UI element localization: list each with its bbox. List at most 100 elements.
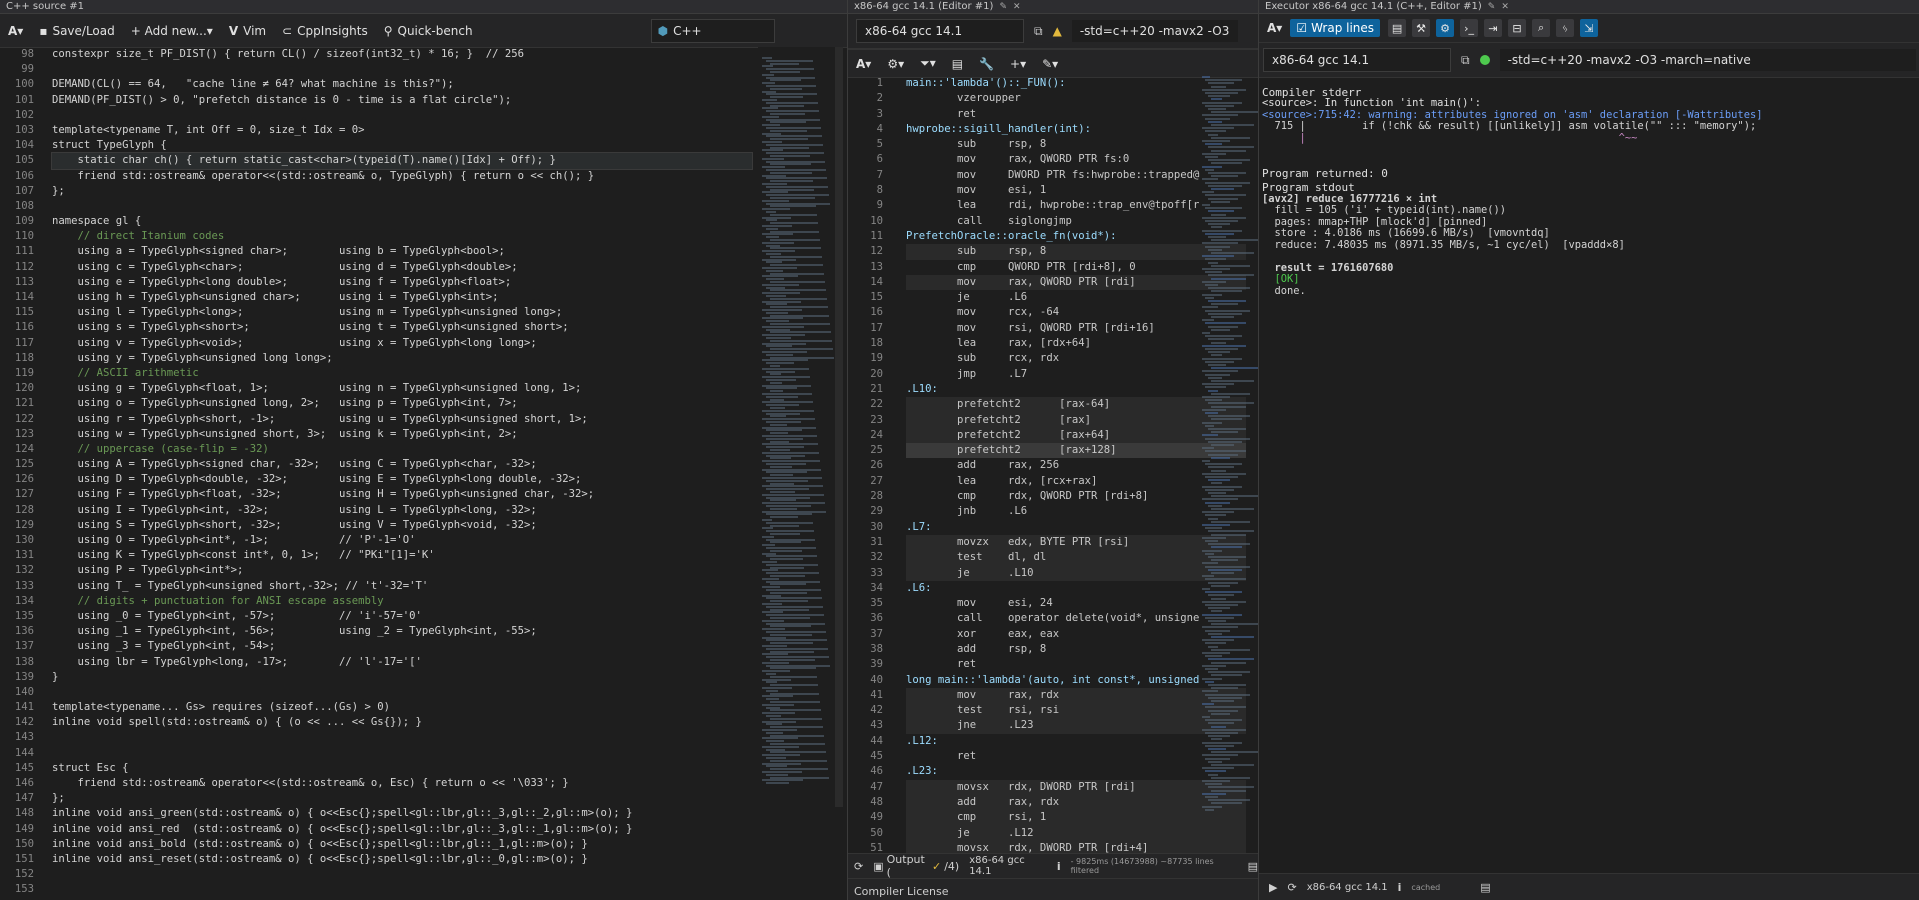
asm-line[interactable]: 1 main::'lambda'()::_FUN(): (848, 76, 1258, 91)
popout-icon[interactable]: ⧉ (1461, 53, 1470, 68)
source-minimap[interactable] (758, 47, 836, 900)
asm-line[interactable]: 38 add rsp, 8 (848, 642, 1258, 657)
code-line[interactable]: 114 using h = TypeGlyph<unsigned char>; … (0, 290, 845, 305)
asm-line[interactable]: 29 jnb .L6 (848, 504, 1258, 519)
edit-icon[interactable]: ✎ (1488, 2, 1496, 12)
args-button[interactable]: ⊟ (1508, 19, 1527, 37)
libraries-button[interactable]: ▤ (944, 50, 971, 77)
code-line[interactable]: 112 using c = TypeGlyph<char>; using d =… (0, 260, 845, 275)
libraries-button[interactable]: ▤ (1388, 19, 1407, 37)
asm-line[interactable]: 25 prefetcht2 [rax+128] (848, 443, 1258, 459)
asm-line[interactable]: 45 ret (848, 749, 1258, 764)
code-line[interactable]: 140 (0, 685, 845, 700)
terminal-button[interactable]: ›_ (1460, 19, 1479, 37)
code-line[interactable]: 143 (0, 730, 845, 745)
asm-line[interactable]: 22 prefetcht2 [rax-64] (848, 397, 1258, 413)
code-line[interactable]: 130 using O = TypeGlyph<int*, -1>; // 'P… (0, 533, 845, 548)
cppinsights-button[interactable]: ⊂ CppInsights (274, 14, 376, 47)
code-line[interactable]: 145 struct Esc { (0, 761, 845, 776)
asm-line[interactable]: 27 lea rdx, [rcx+rax] (848, 474, 1258, 489)
asm-line[interactable]: 24 prefetcht2 [rax+64] (848, 427, 1258, 444)
asm-line[interactable]: 33 je .L10 (848, 565, 1258, 581)
stats-icon[interactable]: ▤ (1248, 860, 1258, 873)
code-line[interactable]: 101 DEMAND(PF_DIST() > 0, "prefetch dista… (0, 93, 845, 108)
code-line[interactable]: 128 using I = TypeGlyph<int, -32>; using… (0, 503, 845, 518)
code-line[interactable]: 136 using _1 = TypeGlyph<int, -56>; usin… (0, 624, 845, 639)
code-line[interactable]: 146 friend std::ostream& operator<<(std:… (0, 776, 845, 791)
code-line[interactable]: 135 using _0 = TypeGlyph<int, -57>; // '… (0, 609, 845, 624)
settings-button[interactable]: ⚙▾ (879, 50, 912, 77)
asm-line[interactable]: 21 .L10: (848, 382, 1258, 397)
asm-line[interactable]: 13 cmp QWORD PTR [rdi+8], 0 (848, 260, 1258, 275)
exit-button[interactable]: ⇲ (1580, 19, 1599, 37)
font-size-button[interactable]: A▾ (1259, 14, 1290, 42)
executor-compiler-select[interactable]: x86-64 gcc 14.1 (1263, 48, 1451, 72)
code-line[interactable]: 151 inline void ansi_reset(std::ostream& … (0, 852, 845, 867)
code-line[interactable]: 110 // direct Itanium codes (0, 229, 845, 244)
code-line[interactable]: 125 using A = TypeGlyph<signed char, -32… (0, 457, 845, 472)
asm-line[interactable]: 43 jne .L23 (848, 718, 1258, 734)
font-size-button[interactable]: A▾ (848, 50, 879, 77)
asm-line[interactable]: 48 add rax, rdx (848, 794, 1258, 811)
executor-tab[interactable]: Executor x86-64 gcc 14.1 (C++, Editor #1… (1259, 0, 1919, 14)
asm-line[interactable]: 39 ret (848, 657, 1258, 672)
compiler-options-input[interactable]: -std=c++20 -mavx2 -O3 (1071, 20, 1238, 42)
code-line[interactable]: 129 using S = TypeGlyph<short, -32>; usi… (0, 518, 845, 533)
asm-line[interactable]: 30 .L7: (848, 520, 1258, 535)
wrap-lines-button[interactable]: ☑ Wrap lines (1290, 19, 1381, 37)
filter-button[interactable]: ⏷▾ (912, 50, 944, 77)
code-line[interactable]: 127 using F = TypeGlyph<float, -32>; usi… (0, 487, 845, 502)
code-line[interactable]: 103 template<typename T, int Off = 0, siz… (0, 123, 845, 138)
asm-line[interactable]: 10 call siglongjmp (848, 214, 1258, 229)
asm-line[interactable]: 5 sub rsp, 8 (848, 137, 1258, 152)
asm-line[interactable]: 31 movzx edx, BYTE PTR [rsi] (848, 534, 1258, 551)
compiler-select[interactable]: x86-64 gcc 14.1 (856, 19, 1024, 43)
asm-line[interactable]: 26 add rax, 256 (848, 458, 1258, 473)
code-line[interactable]: 100 DEMAND(CL() == 64, "cache line ≠ 64? … (0, 77, 845, 92)
stats-icon[interactable]: ▤ (1480, 881, 1490, 894)
code-line[interactable]: 122 using r = TypeGlyph<short, -1>; usin… (0, 412, 845, 427)
source-tab[interactable]: C++ source #1 (0, 0, 847, 14)
code-line[interactable]: 106 friend std::ostream& operator<<(std:… (0, 169, 845, 184)
asm-line[interactable]: 11 PrefetchOracle::oracle_fn(void*): (848, 229, 1258, 244)
compiler-license-link[interactable]: Compiler License (848, 879, 1258, 900)
recompile-icon[interactable]: ⟳ (854, 860, 863, 873)
asm-line[interactable]: 35 mov esi, 24 (848, 596, 1258, 611)
asm-line[interactable]: 28 cmp rdx, QWORD PTR [rdi+8] (848, 489, 1258, 504)
asm-line[interactable]: 18 lea rax, [rdx+64] (848, 336, 1258, 351)
executor-options-input[interactable]: -std=c++20 -mavx2 -O3 -march=native (1499, 49, 1916, 71)
code-line[interactable]: 134 // digits + punctuation for ANSI esc… (0, 594, 845, 609)
code-line[interactable]: 133 using T_ = TypeGlyph<unsigned short,… (0, 579, 845, 594)
code-line[interactable]: 120 using g = TypeGlyph<float, 1>; using… (0, 381, 845, 396)
run-icon[interactable]: ▶ (1269, 881, 1277, 894)
asm-line[interactable]: 17 mov rsi, QWORD PTR [rdi+16] (848, 321, 1258, 336)
code-line[interactable]: 104 struct TypeGlyph { (0, 138, 845, 153)
code-line[interactable]: 102 (0, 108, 845, 123)
asm-line[interactable]: 20 jmp .L7 (848, 367, 1258, 382)
code-line[interactable]: 121 using o = TypeGlyph<unsigned long, 2… (0, 396, 845, 411)
assembly-minimap[interactable] (1198, 76, 1258, 856)
code-line[interactable]: 153 (0, 882, 845, 897)
add-new-button[interactable]: + Add new...▾ (123, 14, 221, 47)
asm-line[interactable]: 3 ret (848, 107, 1258, 122)
code-line[interactable]: 105 static char ch() { return static_cas… (0, 152, 845, 170)
asm-line[interactable]: 15 je .L6 (848, 290, 1258, 305)
asm-line[interactable]: 44 .L12: (848, 734, 1258, 749)
language-select[interactable]: ⬢ C++ (650, 18, 775, 43)
code-line[interactable]: 139} (0, 670, 845, 685)
asm-line[interactable]: 41 mov rax, rdx (848, 687, 1258, 704)
code-line[interactable]: 147}; (0, 791, 845, 806)
code-line[interactable]: 131 using K = TypeGlyph<const int*, 0, 1… (0, 548, 845, 563)
font-size-button[interactable]: A▾ (0, 14, 31, 47)
code-line[interactable]: 116 using s = TypeGlyph<short>; using t … (0, 320, 845, 335)
asm-line[interactable]: 50 je .L12 (848, 825, 1258, 841)
asm-line[interactable]: 23 prefetcht2 [rax] (848, 412, 1258, 428)
tools-button[interactable]: 🔧 (971, 50, 1002, 77)
code-line[interactable]: 119 // ASCII arithmetic (0, 366, 845, 381)
vim-button[interactable]: V Vim (221, 14, 274, 47)
code-line[interactable]: 98 constexpr size_t PF_DIST() { return CL… (0, 47, 845, 62)
code-line[interactable]: 124 // uppercase (case-flip = -32) (0, 442, 845, 457)
asm-line[interactable]: 8 mov esi, 1 (848, 183, 1258, 198)
asm-line[interactable]: 2 vzeroupper (848, 91, 1258, 106)
add-tool-button[interactable]: +▾ (1002, 50, 1034, 77)
